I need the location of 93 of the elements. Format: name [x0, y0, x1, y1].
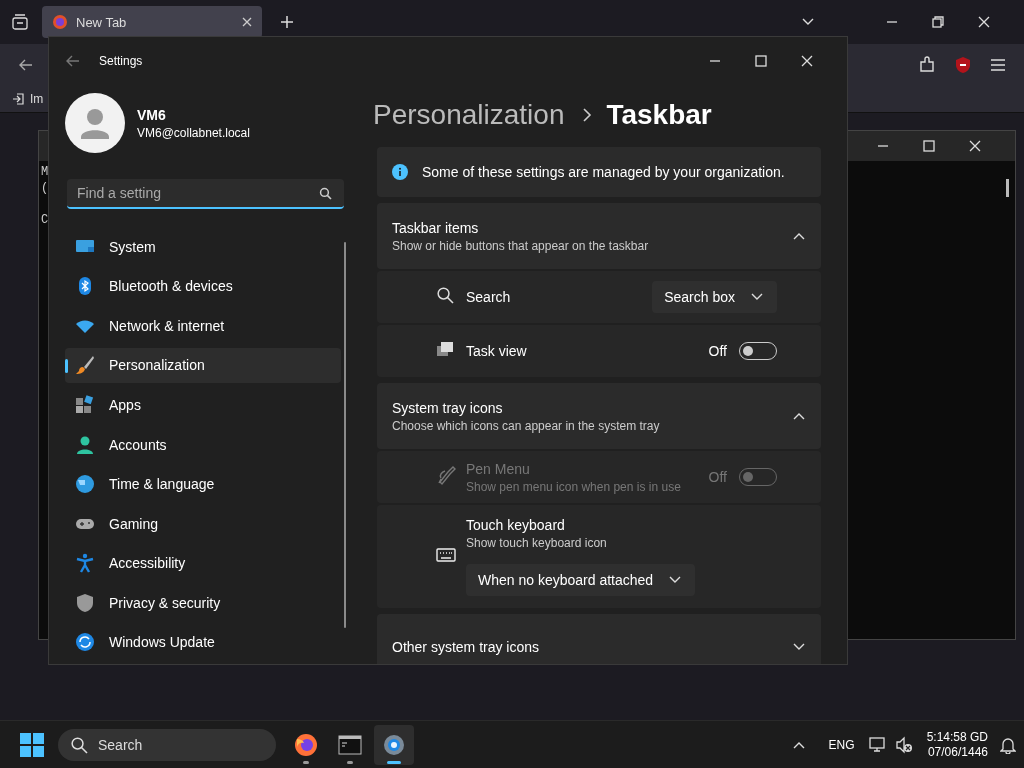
- close-icon[interactable]: [242, 17, 252, 27]
- shield-icon: [75, 592, 95, 613]
- dropdown[interactable]: Search box: [652, 281, 777, 313]
- gear-icon: [382, 732, 406, 757]
- bookmark-link[interactable]: Im: [12, 92, 44, 106]
- paintbrush-icon: [75, 355, 95, 376]
- language-indicator[interactable]: ENG: [828, 737, 855, 752]
- tab-list-icon[interactable]: [12, 14, 28, 30]
- back-icon[interactable]: [65, 53, 81, 69]
- section-title: Other system tray icons: [392, 639, 541, 655]
- terminal-text: (: [41, 181, 49, 195]
- caret-icon[interactable]: [751, 293, 763, 301]
- person-icon: [75, 434, 95, 455]
- sync-icon: [75, 632, 95, 653]
- globe-icon: [75, 474, 95, 495]
- caret-icon[interactable]: [669, 576, 682, 584]
- section-description: Choose which icons can appear in the system tray: [392, 418, 661, 433]
- nav-item[interactable]: Accessibility: [65, 545, 341, 581]
- search-icon: [319, 187, 332, 200]
- toggle-state: Off: [708, 343, 727, 359]
- toggle-state: Off: [708, 469, 727, 485]
- scrollbar-thumb[interactable]: [1006, 179, 1009, 197]
- taskbar-app[interactable]: [374, 724, 414, 765]
- nav-item[interactable]: Time & language: [65, 466, 341, 502]
- import-icon: [12, 93, 24, 105]
- dropdown[interactable]: When no keyboard attached: [466, 564, 696, 596]
- windows-stack-icon: [436, 341, 454, 357]
- accessibility-icon: [75, 553, 95, 574]
- collapse-icon[interactable]: [793, 412, 805, 420]
- selection-indicator: [65, 358, 68, 373]
- nav-item[interactable]: Personalization: [65, 347, 341, 384]
- maximize-icon[interactable]: [923, 140, 935, 152]
- windows-logo-icon[interactable]: [20, 732, 44, 757]
- search-icon: [70, 735, 88, 754]
- nav-item[interactable]: Gaming: [65, 505, 341, 542]
- search-icon: [436, 286, 454, 304]
- pen-icon: [436, 464, 458, 486]
- taskbar-search[interactable]: Search: [58, 728, 276, 761]
- scrollbar[interactable]: [344, 242, 346, 628]
- info-icon: [392, 164, 408, 180]
- section-title: System tray icons: [392, 399, 504, 416]
- setting-label: Task view: [466, 343, 528, 359]
- page-title: Taskbar: [606, 99, 712, 131]
- setting-label: Touch keyboard: [466, 517, 566, 533]
- back-icon[interactable]: [18, 57, 34, 73]
- shield-badge-icon[interactable]: [954, 56, 972, 74]
- chevron-right-icon: [582, 108, 593, 122]
- nav-item[interactable]: Network & internet: [65, 308, 341, 344]
- expand-icon[interactable]: [793, 643, 805, 651]
- nav-item[interactable]: System: [65, 229, 341, 265]
- user-name: VM6: [137, 106, 167, 123]
- new-tab-icon[interactable]: [280, 15, 294, 29]
- expander-header[interactable]: Other system tray icons: [377, 614, 821, 664]
- breadcrumb-link[interactable]: Personalization: [373, 99, 565, 131]
- expander-header[interactable]: Taskbar items Show or hide buttons that appear on the taskbar: [377, 203, 821, 269]
- list-tabs-icon[interactable]: [802, 18, 814, 26]
- keyboard-icon: [436, 547, 456, 562]
- setting-description: Show pen menu icon when pen is in use: [466, 479, 682, 494]
- maximize-icon[interactable]: [755, 55, 767, 67]
- info-text: Some of these settings are managed by your organization.: [422, 164, 785, 180]
- setting-label: Pen Menu: [466, 460, 531, 477]
- clock[interactable]: 5:14:58 GD 07/06/1446: [926, 729, 988, 760]
- firefox-icon: [294, 732, 318, 757]
- nav-item[interactable]: Apps: [65, 387, 341, 423]
- nav-item[interactable]: Bluetooth & devices: [65, 268, 341, 305]
- apps-icon: [75, 394, 95, 415]
- section-description: Show or hide buttons that appear on the taskbar: [392, 238, 650, 253]
- expander-header[interactable]: System tray icons Choose which icons can appear in the system tray: [377, 383, 821, 449]
- speaker-muted-icon[interactable]: [894, 735, 913, 754]
- window-title: Settings: [99, 54, 143, 68]
- terminal-text: M: [41, 165, 49, 179]
- nav-item[interactable]: Privacy & security: [65, 584, 341, 621]
- setting-description: Show touch keyboard icon: [466, 536, 608, 550]
- terminal-text: C: [41, 213, 49, 227]
- firefox-icon: [52, 14, 68, 30]
- close-icon[interactable]: [801, 55, 813, 67]
- menu-icon[interactable]: [990, 58, 1006, 72]
- close-icon[interactable]: [969, 140, 981, 152]
- nav-item[interactable]: Windows Update: [65, 624, 341, 660]
- restore-icon[interactable]: [932, 16, 944, 28]
- bell-icon[interactable]: [1000, 735, 1016, 754]
- section-title: Taskbar items: [392, 219, 480, 236]
- setting-label: Search: [466, 289, 512, 305]
- extensions-icon[interactable]: [918, 56, 936, 74]
- nav-item[interactable]: Accounts: [65, 426, 341, 463]
- browser-tab[interactable]: New Tab: [42, 6, 262, 38]
- search-field[interactable]: Find a setting: [67, 179, 344, 209]
- show-hidden-icons-icon[interactable]: [792, 740, 805, 749]
- terminal-icon: [338, 732, 362, 757]
- close-icon[interactable]: [978, 16, 990, 28]
- avatar-icon: [65, 93, 125, 153]
- collapse-icon[interactable]: [793, 232, 805, 240]
- user-email: VM6@collabnet.local: [137, 125, 250, 140]
